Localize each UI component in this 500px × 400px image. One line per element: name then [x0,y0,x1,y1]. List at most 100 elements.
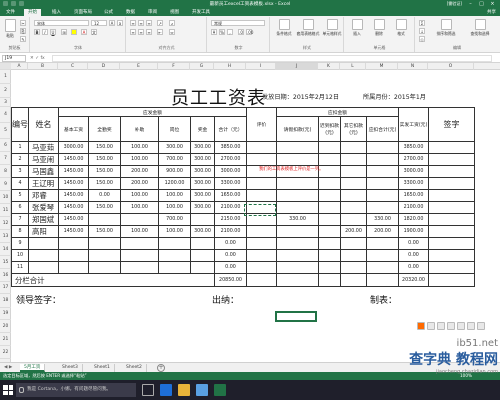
cell-allowance[interactable]: 150.00 [88,141,121,154]
ime-emoji-icon[interactable] [447,322,455,330]
column-header[interactable]: L [340,63,366,70]
header-name[interactable]: 姓名 [28,107,59,142]
cell-post[interactable]: 700.00 [158,213,191,226]
header-payable[interactable]: 应发金额 [58,107,247,117]
cell-subsidy[interactable]: 100.00 [120,153,159,166]
wrap-text-icon[interactable]: ⤶ [169,20,175,26]
cut-icon[interactable]: ✂ [20,20,26,26]
cell-leave[interactable] [276,177,319,190]
tab-review[interactable]: 审阅 [144,9,161,16]
cell-subsidy[interactable]: 200.00 [120,165,159,178]
cell-base[interactable]: 1450.00 [58,189,89,202]
cell-other[interactable] [340,261,367,274]
header-review[interactable]: 评价 [246,107,277,142]
cell-post[interactable] [158,237,191,250]
cell-actual[interactable]: 0.00 [398,237,429,250]
cell-no[interactable]: 7 [11,213,29,226]
cell-other[interactable] [340,237,367,250]
subtotal-leave[interactable] [276,273,319,287]
row-header[interactable]: 14 [0,243,11,256]
header-allowance[interactable]: 全勤奖 [88,116,121,142]
cell-sign[interactable] [428,225,475,238]
cell-total[interactable]: 3850.00 [214,141,247,154]
close-icon[interactable]: × [487,0,498,8]
header-base[interactable]: 基本工资 [58,116,89,142]
column-header[interactable]: G [190,63,214,70]
cell-bonus[interactable]: 300.00 [190,189,215,202]
cell-no[interactable]: 10 [11,249,29,262]
cell-allowance[interactable]: 0.00 [88,189,121,202]
cell-other[interactable] [340,165,367,178]
row-header[interactable]: 15 [0,256,11,269]
cell-late[interactable] [318,189,341,202]
tab-view[interactable]: 视图 [166,9,183,16]
cell-base[interactable] [58,237,89,250]
cell-late[interactable] [318,141,341,154]
cell-post[interactable]: 100.00 [158,201,191,214]
cell-name[interactable]: 郑国斌 [28,213,59,226]
cell-name[interactable]: 马亚闹 [28,153,59,166]
column-header[interactable]: O [428,63,474,70]
cell-actual[interactable]: 2100.00 [398,201,429,214]
row-header[interactable]: 4 [0,107,11,123]
header-post[interactable]: 岗位 [158,116,191,142]
row-header[interactable]: 9 [0,178,11,191]
cell-late[interactable] [318,237,341,250]
column-header[interactable]: F [158,63,190,70]
row-header[interactable]: 5 [0,123,11,139]
subtotal-review[interactable] [246,273,277,287]
font-color-icon[interactable]: A [81,29,87,35]
phonetic-icon[interactable]: 文 [91,29,97,35]
cell-allowance[interactable]: 150.00 [88,165,121,178]
cell-total[interactable]: 0.00 [214,261,247,274]
task-view-icon[interactable] [142,384,154,396]
cell-name[interactable]: 王辽明 [28,177,59,190]
cell-no[interactable]: 4 [11,177,29,190]
sheet-tab[interactable]: 5月工资 [20,364,46,372]
row-header[interactable]: 20 [0,320,11,333]
select-all-corner[interactable] [0,63,11,70]
cell-subsidy[interactable]: 100.00 [120,201,159,214]
cell-no[interactable]: 9 [11,237,29,250]
clear-icon[interactable]: ◇ [419,36,425,42]
cell-late[interactable] [318,225,341,238]
fill-icon[interactable]: ↓ [419,28,425,34]
cell-review[interactable] [246,237,277,250]
windows-start-icon[interactable] [3,385,13,395]
fx-icon[interactable]: fx [40,56,44,61]
header-deduct[interactable]: 应扣金额 [276,107,399,117]
row-header[interactable]: 1 [0,70,11,84]
cell-base[interactable] [58,249,89,262]
cell-total[interactable]: 2100.00 [214,225,247,238]
cell-late[interactable] [318,261,341,274]
format-painter-icon[interactable]: ✎ [20,36,26,42]
cell-other[interactable] [340,201,367,214]
table-format-button[interactable]: 套用表格格式 [296,19,320,37]
cell-base[interactable]: 1450.00 [58,177,89,190]
cell-review[interactable] [246,261,277,274]
insert-cells-button[interactable]: 插入 [347,19,367,37]
cell-leave[interactable] [276,237,319,250]
cell-total[interactable]: 2100.00 [214,201,247,214]
row-header[interactable]: 19 [0,308,11,320]
cell-no[interactable]: 11 [11,261,29,274]
cell-subsidy[interactable]: 200.00 [120,177,159,190]
cell-leave[interactable] [276,153,319,166]
merge-center-icon[interactable]: ⇔ [169,29,175,35]
font-size-select[interactable]: 12 [91,20,107,26]
cell-review[interactable] [246,189,277,202]
column-header[interactable]: M [366,63,398,70]
align-center-icon[interactable]: ≡ [138,29,144,35]
row-header[interactable]: 12 [0,217,11,230]
cell-base[interactable]: 1450.00 [58,165,89,178]
account-label[interactable]: [需验证] [444,0,465,8]
cell-sign[interactable] [428,237,475,250]
cell-style-button[interactable]: 单元格样式 [321,19,343,37]
sheet-tab[interactable]: Sheet2 [122,364,147,372]
cell-total[interactable]: 0.00 [214,237,247,250]
cell-allowance[interactable] [88,249,121,262]
row-header[interactable]: 13 [0,230,11,243]
subtotal-actual[interactable]: 20320.00 [398,273,429,287]
header-bonus[interactable]: 奖金 [190,116,215,142]
sheet-tab[interactable]: Sheet1 [90,364,115,372]
